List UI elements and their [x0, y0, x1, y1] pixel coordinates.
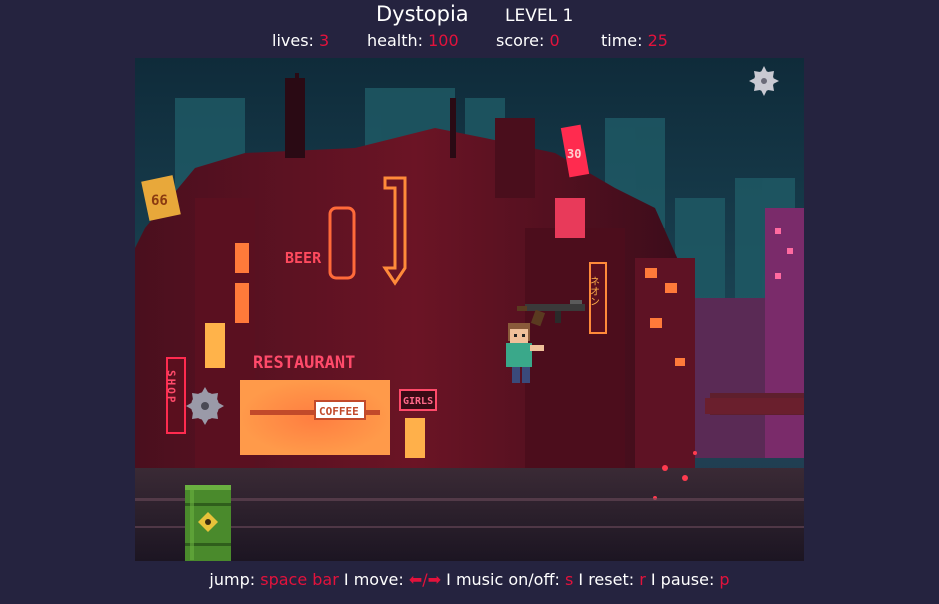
score-stat: score: 0 — [496, 31, 560, 50]
walkway — [705, 398, 804, 414]
sign-coffee: COFFEE — [319, 405, 359, 418]
game-title: Dystopia — [376, 2, 469, 26]
music-label: I music on/off: — [441, 570, 565, 589]
time-label: time: — [601, 31, 648, 50]
controls-help: jump: space bar I move: ⬅/➡ I music on/o… — [0, 570, 939, 589]
health-label: health: — [367, 31, 429, 50]
jump-label: jump: — [209, 570, 261, 589]
lives-stat: lives: 3 — [272, 31, 329, 50]
lives-value: 3 — [319, 31, 330, 50]
svg-text:SHOP: SHOP — [165, 370, 178, 405]
sign-shop: SHOP — [165, 357, 186, 434]
biohazard-barrel-icon — [185, 485, 231, 561]
health-stat: health: 100 — [367, 31, 459, 50]
health-value: 100 — [428, 31, 459, 50]
time-stat: time: 25 — [601, 31, 668, 50]
reset-label: I reset: — [573, 570, 640, 589]
sign-beer: BEER — [285, 249, 322, 267]
pause-key: p — [719, 570, 730, 589]
svg-text:ネオン: ネオン — [588, 276, 600, 306]
sign-vertical: ネオン — [588, 262, 607, 334]
time-value: 25 — [647, 31, 668, 50]
restaurant-window: COFFEE — [240, 380, 390, 455]
pause-label: I pause: — [645, 570, 720, 589]
street — [135, 468, 804, 561]
reset-key: r — [639, 570, 646, 589]
level-indicator: LEVEL 1 — [505, 6, 574, 26]
sign-restaurant: RESTAURANT — [253, 353, 355, 373]
move-key: ⬅/➡ — [408, 570, 442, 589]
move-label: I move: — [338, 570, 409, 589]
sign-girls: GIRLS — [399, 389, 437, 411]
doorway — [405, 418, 425, 458]
game-scene: 66 30 BEER RESTAURANT COFFEE SHOP GIRLS … — [135, 58, 804, 561]
lives-label: lives: — [272, 31, 320, 50]
score-value: 0 — [549, 31, 560, 50]
jump-key: space bar — [260, 570, 339, 589]
svg-text:GIRLS: GIRLS — [403, 396, 433, 407]
game-canvas[interactable]: 66 30 BEER RESTAURANT COFFEE SHOP GIRLS … — [135, 58, 804, 561]
svg-text:66: 66 — [151, 193, 168, 209]
svg-text:30: 30 — [567, 147, 581, 161]
score-label: score: — [496, 31, 550, 50]
